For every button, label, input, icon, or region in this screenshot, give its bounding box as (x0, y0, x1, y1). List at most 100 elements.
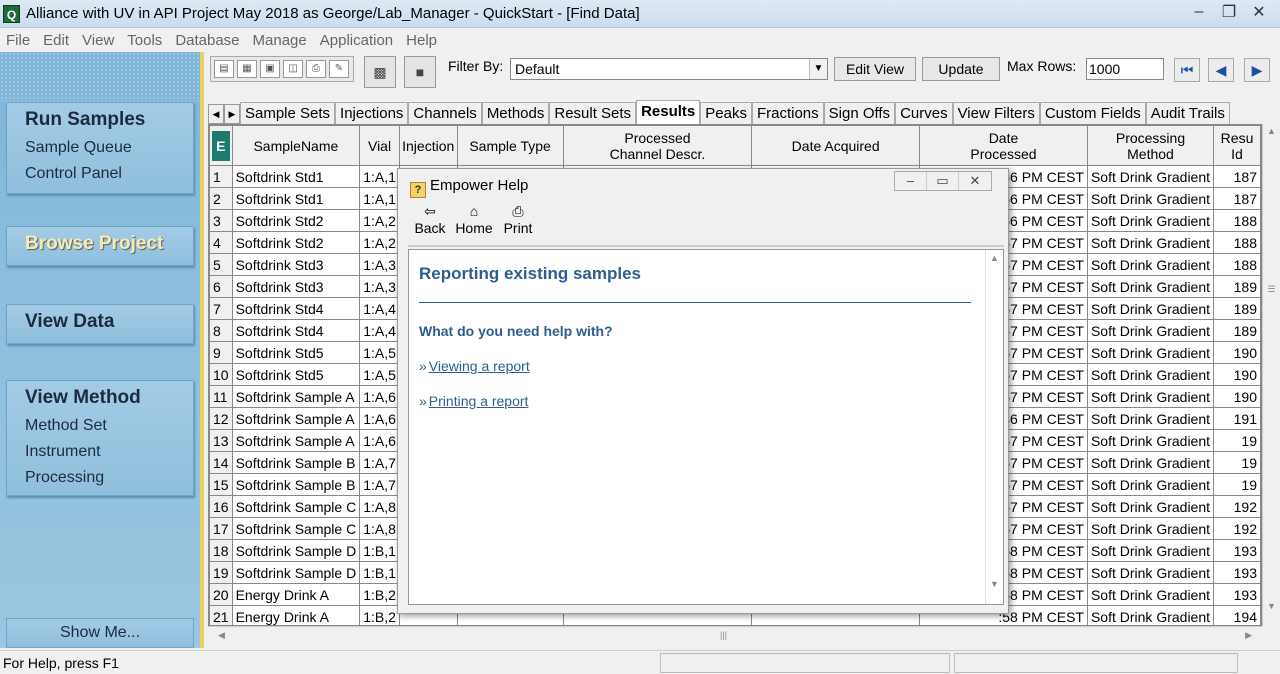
sidebar-item-method-set[interactable]: Method Set (25, 413, 193, 439)
result-id-cell[interactable]: 189 (1213, 297, 1261, 320)
row-number[interactable]: 1 (209, 165, 233, 188)
next-page-icon[interactable]: ▶ (1244, 58, 1270, 82)
sample-name-cell[interactable]: Softdrink Sample A (231, 407, 361, 430)
vial-cell[interactable]: 1:A,8 (359, 495, 400, 518)
tab-results[interactable]: Results (636, 100, 701, 124)
processing-method-cell[interactable]: Soft Drink Gradient (1086, 539, 1215, 562)
scroll-left-icon[interactable]: ◀ (218, 630, 225, 641)
col-vial[interactable]: Vial (359, 125, 400, 166)
row-number[interactable]: 10 (209, 363, 233, 386)
edit-view-button[interactable]: Edit View (834, 57, 916, 81)
sample-name-cell[interactable]: Energy Drink A (231, 583, 361, 606)
row-header-corner[interactable]: E (209, 125, 233, 166)
sample-name-cell[interactable]: Softdrink Sample A (231, 385, 361, 408)
update-button[interactable]: Update (922, 57, 1000, 81)
menu-view[interactable]: View (82, 32, 114, 49)
result-id-cell[interactable]: 188 (1213, 209, 1261, 232)
help-minimize-icon[interactable]: – (895, 172, 927, 190)
help-print-button[interactable]: ⎙ Print (496, 203, 540, 245)
vial-cell[interactable]: 1:A,3 (359, 275, 400, 298)
sample-name-cell[interactable]: Softdrink Std3 (231, 275, 361, 298)
help-scroll-down-icon[interactable]: ▼ (986, 579, 1003, 589)
vial-cell[interactable]: 1:A,6 (359, 385, 400, 408)
scroll-up-icon[interactable]: ▲ (1263, 126, 1280, 136)
tab-fractions[interactable]: Fractions (751, 102, 824, 124)
sample-name-cell[interactable]: Softdrink Std5 (231, 363, 361, 386)
sample-name-cell[interactable]: Softdrink Sample B (231, 451, 361, 474)
tab-sign-offs[interactable]: Sign Offs (823, 102, 896, 124)
scroll-grip-horizontal-icon[interactable]: ||| (720, 630, 727, 640)
sample-name-cell[interactable]: Softdrink Std4 (231, 319, 361, 342)
chevron-down-icon[interactable]: ▼ (809, 59, 827, 79)
sample-name-cell[interactable]: Softdrink Std1 (231, 187, 361, 210)
processing-method-cell[interactable]: Soft Drink Gradient (1086, 319, 1215, 342)
result-id-cell[interactable]: 190 (1213, 363, 1261, 386)
vial-cell[interactable]: 1:A,4 (359, 319, 400, 342)
result-id-cell[interactable]: 188 (1213, 253, 1261, 276)
table-icon[interactable]: ▦ (237, 60, 257, 78)
tab-custom-fields[interactable]: Custom Fields (1039, 102, 1146, 124)
sample-name-cell[interactable]: Softdrink Sample C (231, 517, 361, 540)
sample-name-cell[interactable]: Softdrink Std2 (231, 231, 361, 254)
processing-method-cell[interactable]: Soft Drink Gradient (1086, 429, 1215, 452)
result-id-cell[interactable]: 189 (1213, 319, 1261, 342)
tab-peaks[interactable]: Peaks (700, 102, 752, 124)
col-sample-name[interactable]: SampleName (231, 125, 361, 166)
row-number[interactable]: 13 (209, 429, 233, 452)
result-id-cell[interactable]: 194 (1213, 605, 1261, 625)
processing-method-cell[interactable]: Soft Drink Gradient (1086, 297, 1215, 320)
menu-file[interactable]: File (6, 32, 30, 49)
vial-cell[interactable]: 1:B,2 (359, 583, 400, 606)
tab-result-sets[interactable]: Result Sets (549, 102, 637, 124)
result-id-cell[interactable]: 193 (1213, 583, 1261, 606)
row-number[interactable]: 3 (209, 209, 233, 232)
row-number[interactable]: 17 (209, 517, 233, 540)
tab-scroll-right-icon[interactable]: ▶ (224, 104, 240, 124)
row-number[interactable]: 8 (209, 319, 233, 342)
menu-edit[interactable]: Edit (43, 32, 69, 49)
col-processed-channel-descr[interactable]: Processed Channel Descr. (562, 125, 753, 166)
sample-name-cell[interactable]: Softdrink Sample B (231, 473, 361, 496)
result-id-cell[interactable]: 190 (1213, 385, 1261, 408)
row-number[interactable]: 19 (209, 561, 233, 584)
vial-cell[interactable]: 1:A,5 (359, 341, 400, 364)
vial-cell[interactable]: 1:A,6 (359, 407, 400, 430)
row-number[interactable]: 5 (209, 253, 233, 276)
tab-channels[interactable]: Channels (408, 102, 482, 124)
result-id-cell[interactable]: 187 (1213, 165, 1261, 188)
printing-a-report-link[interactable]: Printing a report (429, 393, 529, 409)
filter-select[interactable]: Default ▼ (510, 58, 828, 80)
sample-name-cell[interactable]: Softdrink Std2 (231, 209, 361, 232)
browse-project-heading[interactable]: Browse Project (25, 233, 193, 255)
menu-database[interactable]: Database (175, 32, 239, 49)
menu-manage[interactable]: Manage (253, 32, 307, 49)
scroll-grip-icon[interactable]: ☰ (1263, 284, 1280, 295)
first-page-icon[interactable]: ⏮ (1174, 58, 1200, 82)
processing-method-cell[interactable]: Soft Drink Gradient (1086, 517, 1215, 540)
result-id-cell[interactable]: 188 (1213, 231, 1261, 254)
result-id-cell[interactable]: 193 (1213, 539, 1261, 562)
processing-method-cell[interactable]: Soft Drink Gradient (1086, 165, 1215, 188)
vial-cell[interactable]: 1:A,4 (359, 297, 400, 320)
tab-injections[interactable]: Injections (335, 102, 409, 124)
result-id-cell[interactable]: 192 (1213, 495, 1261, 518)
print-icon[interactable]: ⎙ (306, 60, 326, 78)
vial-cell[interactable]: 1:A,7 (359, 451, 400, 474)
sample-name-cell[interactable]: Softdrink Std1 (231, 165, 361, 188)
row-number[interactable]: 20 (209, 583, 233, 606)
processing-method-cell[interactable]: Soft Drink Gradient (1086, 407, 1215, 430)
col-date-processed[interactable]: Date Processed (919, 125, 1088, 166)
help-back-button[interactable]: ⇦ Back (408, 203, 452, 245)
sample-name-cell[interactable]: Softdrink Sample D (231, 561, 361, 584)
help-scroll-up-icon[interactable]: ▲ (986, 253, 1003, 263)
col-processing-method[interactable]: Processing Method (1086, 125, 1215, 166)
sample-name-cell[interactable]: Energy Drink A (231, 605, 361, 625)
save-icon[interactable]: ■ (404, 56, 436, 88)
show-me-button[interactable]: Show Me... (6, 618, 194, 648)
result-id-cell[interactable]: 187 (1213, 187, 1261, 210)
processing-method-cell[interactable]: Soft Drink Gradient (1086, 583, 1215, 606)
menu-application[interactable]: Application (320, 32, 393, 49)
sidebar-item-sample-queue[interactable]: Sample Queue (25, 135, 193, 161)
vial-cell[interactable]: 1:B,1 (359, 539, 400, 562)
row-number[interactable]: 2 (209, 187, 233, 210)
